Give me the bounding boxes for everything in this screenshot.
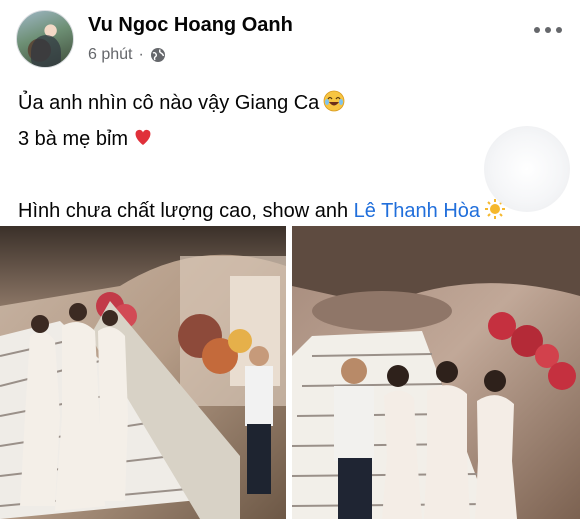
meta-separator: · — [138, 46, 144, 63]
line-2-text: 3 bà mẹ bỉm — [18, 128, 129, 150]
facebook-post: Vu Ngoc Hoang Oanh 6 phút · Ủa anh nhìn … — [0, 0, 580, 521]
laughing-crying-emoji — [323, 90, 345, 112]
photo-grid — [0, 226, 580, 521]
event-photo-right[interactable] — [292, 226, 580, 519]
red-heart-emoji — [135, 129, 151, 145]
post-line-1: Ủa anh nhìn cô nào vậy Giang Ca — [18, 88, 564, 118]
post-line-3: Hình chưa chất lượng cao, show anh Lê Th… — [18, 196, 564, 226]
post-header: Vu Ngoc Hoang Oanh 6 phút · — [16, 10, 564, 68]
post-time[interactable]: 6 phút — [88, 46, 132, 64]
more-options-icon[interactable] — [534, 20, 562, 40]
post-meta: 6 phút · — [88, 46, 166, 64]
line-1-text: Ủa anh nhìn cô nào vậy Giang Ca — [18, 92, 320, 114]
author-avatar[interactable] — [16, 10, 74, 68]
post-text: Ủa anh nhìn cô nào vậy Giang Ca 3 bà mẹ … — [18, 88, 564, 226]
line-3-text: Hình chưa chất lượng cao, show anh — [18, 200, 354, 222]
globe-icon[interactable] — [150, 47, 166, 63]
post-line-2: 3 bà mẹ bỉm — [18, 124, 564, 154]
mention-link[interactable]: Lê Thanh Hòa — [354, 200, 480, 222]
author-name[interactable]: Vu Ngoc Hoang Oanh — [88, 14, 293, 37]
overlay-circle — [484, 126, 570, 212]
event-photo-left[interactable] — [0, 226, 286, 519]
